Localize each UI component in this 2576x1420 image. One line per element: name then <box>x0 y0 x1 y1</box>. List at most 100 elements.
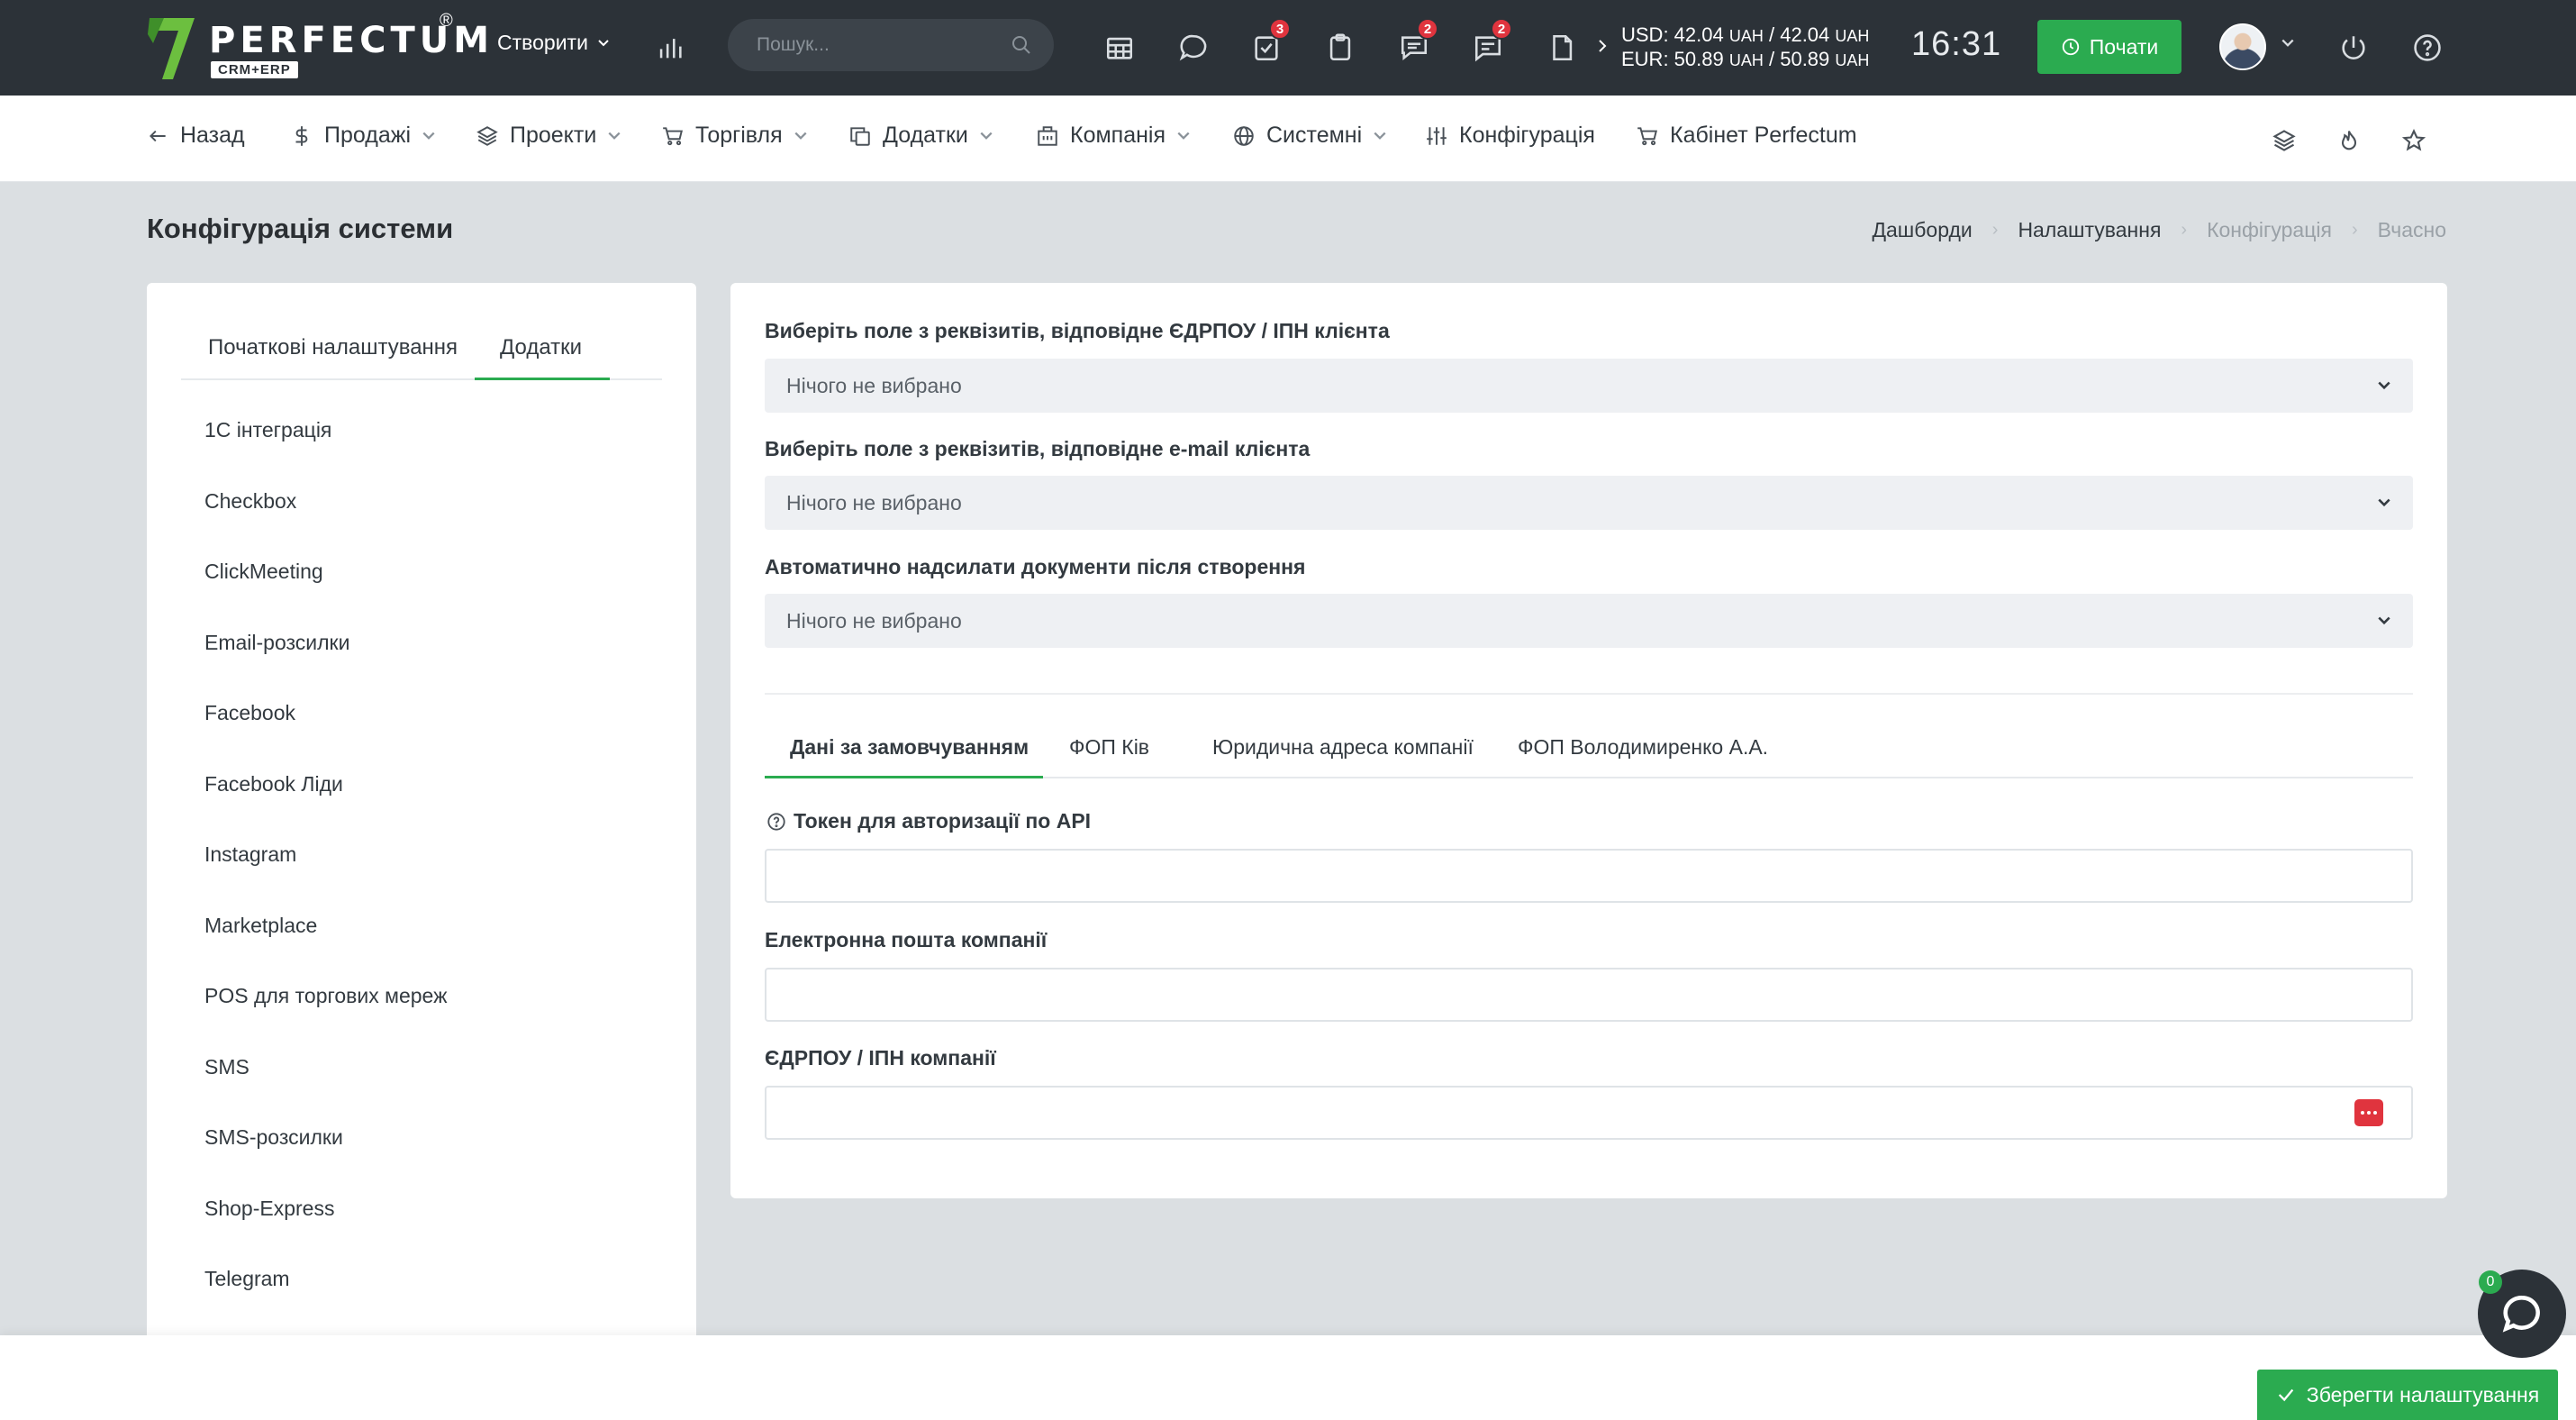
chevron-down-icon <box>608 132 621 140</box>
hot-button[interactable] <box>2333 124 2365 157</box>
breadcrumb-separator-icon: › <box>2181 220 2188 240</box>
tab-legal-address[interactable]: Юридична адреса компанії <box>1212 724 1474 778</box>
auto-send-select[interactable]: Нічого не вибрано <box>765 594 2413 648</box>
sidebar-item-sms[interactable]: SMS <box>204 1055 447 1126</box>
sidebar-item-telegram[interactable]: Telegram <box>204 1267 447 1338</box>
eur-rate: EUR: 50.89 UAH / 50.89 UAH <box>1621 48 1870 70</box>
sidebar-item-clickmeeting[interactable]: ClickMeeting <box>204 560 447 631</box>
nav-company[interactable]: Компанія <box>1036 123 1191 149</box>
breadcrumb-separator-icon: › <box>2351 220 2358 240</box>
usd-rate: USD: 42.04 UAH / 42.04 UAH <box>1621 23 1870 46</box>
nav-trade[interactable]: Торгівля <box>661 123 808 149</box>
sidebar-item-checkbox[interactable]: Checkbox <box>204 489 447 560</box>
chevron-down-icon <box>2378 616 2390 625</box>
messages-button[interactable]: 2 <box>1467 18 1512 68</box>
arrow-left-icon <box>150 130 166 141</box>
start-timer-button[interactable]: Почати <box>2037 20 2181 74</box>
breadcrumb-dashboards[interactable]: Дашборди <box>1872 218 1972 242</box>
sidebar-item-email[interactable]: Email-розсилки <box>204 631 447 702</box>
settings-sidebar: Початкові налаштування Додатки 1С інтегр… <box>147 283 696 1420</box>
breadcrumb: Дашборди › Налаштування › Конфігурація ›… <box>1872 218 2446 242</box>
chevron-down-icon <box>1374 132 1386 140</box>
tab-initial-settings[interactable]: Початкові налаштування <box>181 328 475 380</box>
layers-button[interactable] <box>2268 124 2300 157</box>
sidebar-item-instagram[interactable]: Instagram <box>204 842 447 914</box>
api-token-input[interactable] <box>765 849 2413 903</box>
chat-count-badge: 2 <box>1417 18 1438 40</box>
clock-icon <box>2062 38 2079 56</box>
bar-chart-icon <box>659 39 682 59</box>
sidebar-item-facebook-leads[interactable]: Facebook Ліди <box>204 772 447 843</box>
documents-button[interactable] <box>1541 27 1583 68</box>
edrpou-field-select[interactable]: Нічого не вибрано <box>765 359 2413 413</box>
nav-system[interactable]: Системні <box>1232 123 1387 149</box>
logout-button[interactable] <box>2333 27 2374 68</box>
logo-registered: ® <box>440 11 453 31</box>
check-icon <box>2278 1388 2294 1402</box>
email-field-select[interactable]: Нічого не вибрано <box>765 476 2413 530</box>
nav-addons[interactable]: Додатки <box>848 123 993 149</box>
sidebar-item-1c[interactable]: 1С інтеграція <box>204 418 447 489</box>
chevron-right-icon[interactable] <box>1596 38 1609 54</box>
divider <box>765 693 2413 695</box>
layers-icon <box>2272 130 2296 151</box>
sidebar-item-facebook[interactable]: Facebook <box>204 701 447 772</box>
tab-addons[interactable]: Додатки <box>475 328 610 380</box>
search-icon[interactable] <box>1011 34 1032 56</box>
password-manager-icon[interactable] <box>2354 1099 2383 1126</box>
sidebar-item-marketplace[interactable]: Marketplace <box>204 914 447 985</box>
nav-sales[interactable]: Продажі <box>290 123 436 149</box>
reports-button[interactable] <box>649 27 691 68</box>
tab-fop-kiv[interactable]: ФОП Ків <box>1069 724 1149 778</box>
chevron-down-icon[interactable] <box>2281 36 2295 50</box>
company-edrpou-input[interactable] <box>765 1086 2413 1140</box>
comments-button[interactable] <box>1173 27 1214 68</box>
nav-sales-label: Продажі <box>324 123 411 148</box>
nav-back[interactable]: Назад <box>146 123 245 149</box>
avatar[interactable] <box>2219 23 2266 70</box>
create-menu[interactable]: Створити <box>497 31 610 55</box>
search-input[interactable] <box>757 34 1011 56</box>
help-circle-icon[interactable] <box>766 812 786 832</box>
comment-icon <box>1179 34 1207 61</box>
nav-trade-label: Торгівля <box>695 123 783 148</box>
breadcrumb-separator-icon: › <box>1991 220 1999 240</box>
nav-config[interactable]: Конфігурація <box>1425 123 1595 149</box>
tasks-button[interactable]: 3 <box>1246 18 1291 68</box>
star-icon <box>2401 129 2426 151</box>
tab-default-data[interactable]: Дані за замовчуванням <box>765 724 1043 778</box>
company-email-input[interactable] <box>765 968 2413 1022</box>
help-button[interactable] <box>2407 27 2448 68</box>
auto-send-select-label: Автоматично надсилати документи після ст… <box>765 555 1306 578</box>
tasks-count-badge: 3 <box>1269 18 1291 40</box>
email-field-select-value: Нічого не вибрано <box>786 490 962 514</box>
chevron-down-icon <box>422 132 435 140</box>
auto-send-select-value: Нічого не вибрано <box>786 608 962 633</box>
help-icon <box>2414 34 2441 61</box>
nav-company-label: Компанія <box>1070 123 1166 148</box>
breadcrumb-configuration[interactable]: Конфігурація <box>2207 218 2332 242</box>
power-icon <box>2342 36 2365 59</box>
create-label: Створити <box>497 31 588 54</box>
nav-cabinet[interactable]: Кабінет Perfectum <box>1636 123 1857 149</box>
favorites-button[interactable] <box>2398 124 2430 157</box>
clipboard-icon <box>1329 33 1351 61</box>
sidebar-item-sms-mailing[interactable]: SMS-розсилки <box>204 1125 447 1197</box>
calendar-icon <box>1106 37 1133 59</box>
calendar-button[interactable] <box>1099 27 1140 68</box>
breadcrumb-settings[interactable]: Налаштування <box>2018 218 2161 242</box>
tab-fop-volodymyrenko[interactable]: ФОП Володимиренко А.А. <box>1518 724 1768 778</box>
dollar-icon <box>295 125 308 146</box>
logo[interactable]: PERFECTUM ® CRM+ERP <box>146 11 489 81</box>
search-box[interactable] <box>728 19 1054 71</box>
save-settings-button[interactable]: Зберегти налаштування <box>2257 1370 2558 1420</box>
chevron-down-icon <box>1177 132 1190 140</box>
chat-button[interactable]: 2 <box>1393 18 1438 68</box>
chevron-down-icon <box>598 39 609 46</box>
sidebar-item-pos[interactable]: POS для торгових мереж <box>204 984 447 1055</box>
nav-projects[interactable]: Проекти <box>476 123 621 149</box>
sidebar-item-shop-express[interactable]: Shop-Express <box>204 1197 447 1268</box>
clipboard-button[interactable] <box>1320 27 1361 68</box>
api-token-label: Токен для авторизації по API <box>794 809 1092 833</box>
nav-config-label: Конфігурація <box>1459 123 1595 148</box>
